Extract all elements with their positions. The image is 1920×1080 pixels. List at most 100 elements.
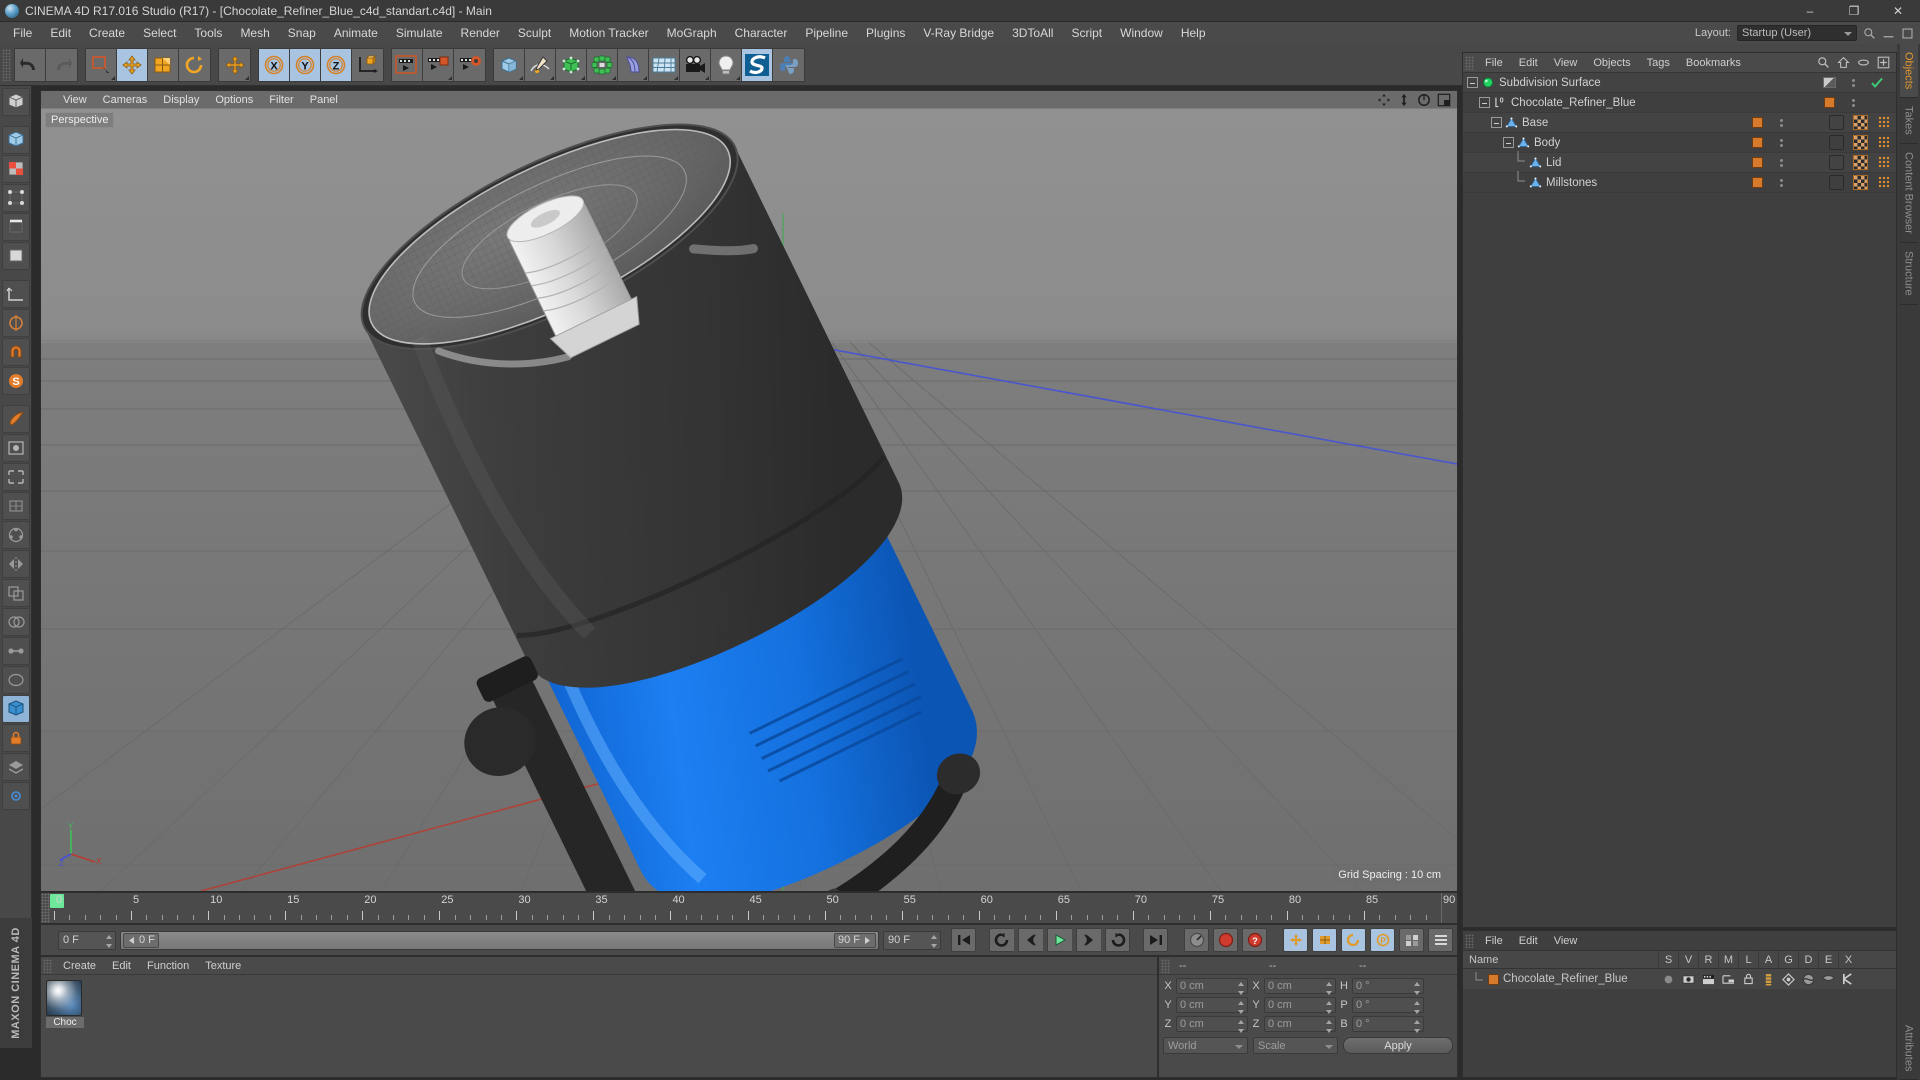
y-axis-lock-button[interactable]: Y [290,48,321,81]
pan-icon[interactable] [1377,93,1391,107]
layer-xref-cell[interactable] [1838,973,1858,985]
visibility-dots-cell[interactable] [1769,178,1793,187]
menu-mesh[interactable]: Mesh [231,23,278,43]
visibility-dots-cell[interactable] [1769,118,1793,127]
texture-mode-button[interactable] [1,155,30,183]
add-array-button[interactable] [587,48,618,81]
timeline-track[interactable]: 0 5 10 15 20 25 30 35 40 45 50 55 60 65 70 75 80 85 90 [50,893,1457,923]
enable-axis-button[interactable] [1,309,30,337]
boole-button[interactable] [1,608,30,636]
viewport-grip[interactable] [43,92,52,107]
lock-button[interactable] [1,724,30,752]
settings-button[interactable] [1,782,30,810]
layer-color-cell[interactable] [1817,77,1841,88]
transform-tool-button[interactable] [219,48,250,81]
object-menu-view[interactable]: View [1546,56,1586,70]
enable-check-cell[interactable] [1865,77,1889,89]
texture-tag-cell[interactable] [1848,135,1872,150]
key-scale-button[interactable] [1312,928,1337,952]
restore-panel-icon[interactable] [1901,27,1914,40]
layer-color-cell[interactable] [1745,157,1769,168]
visibility-dots-cell[interactable] [1769,158,1793,167]
connect-button[interactable] [1,637,30,665]
visibility-dots-cell[interactable] [1769,138,1793,147]
tab-takes[interactable]: Takes [1899,98,1918,145]
tab-objects[interactable]: Objects [1899,44,1918,99]
tab-attributes[interactable]: Attributes [1899,1017,1918,1080]
end-frame-field[interactable]: 90 F [883,930,941,950]
layer-lock-cell[interactable] [1738,973,1758,985]
viewport-menu-options[interactable]: Options [207,93,261,107]
layer-menu-file[interactable]: File [1477,934,1511,948]
viewport-menu-cameras[interactable]: Cameras [95,93,156,107]
viewport-menu-filter[interactable]: Filter [261,93,301,107]
object-menu-objects[interactable]: Objects [1585,56,1638,70]
undo-button[interactable] [15,48,46,81]
phong-tag-cell[interactable] [1872,116,1896,129]
timeline-grip[interactable] [41,893,50,923]
menu-create[interactable]: Create [80,23,134,43]
menu-tools[interactable]: Tools [185,23,231,43]
material-menu-create[interactable]: Create [55,959,104,973]
search-icon[interactable] [1817,56,1830,69]
viewport-menu-display[interactable]: Display [155,93,207,107]
object-menu-file[interactable]: File [1477,56,1511,70]
workplane-button[interactable]: S [1,367,30,395]
size-x-input[interactable]: 0 cm [1264,978,1336,995]
stepper-icon[interactable] [1413,1020,1420,1033]
timeline-settings-button[interactable] [1428,928,1453,952]
stepper-icon[interactable] [1413,1001,1420,1014]
menu-pipeline[interactable]: Pipeline [796,23,857,43]
metaball-button[interactable] [1,666,30,694]
menu-character[interactable]: Character [726,23,797,43]
position-x-input[interactable]: 0 cm [1176,978,1248,995]
menu-mograph[interactable]: MoGraph [658,23,726,43]
snap-settings-button[interactable] [1,338,30,366]
object-manager-grip[interactable] [1465,55,1474,70]
home-icon[interactable] [1837,56,1850,69]
stepper-icon[interactable] [105,934,112,948]
visibility-dots-cell[interactable] [1841,98,1865,107]
plus-box-icon[interactable] [1877,56,1890,69]
maximize-button[interactable]: ❐ [1832,0,1876,22]
stepper-icon[interactable] [1325,982,1332,995]
step-back-button[interactable] [1018,928,1043,952]
add-scene-object-button[interactable] [649,48,680,81]
layer-manager-grip[interactable] [1465,933,1474,948]
menu-snap[interactable]: Snap [279,23,325,43]
layer-expression-cell[interactable] [1818,974,1838,985]
menu-simulate[interactable]: Simulate [387,23,452,43]
menu-vray-bridge[interactable]: V-Ray Bridge [914,23,1003,43]
menu-3dtoall[interactable]: 3DToAll [1003,23,1062,43]
stepper-icon[interactable] [1237,1001,1244,1014]
deformer-ffd-button[interactable] [1,492,30,520]
layer-row[interactable]: Chocolate_Refiner_Blue [1463,969,1896,989]
layer-solo-cell[interactable] [1658,974,1678,985]
object-menu-edit[interactable]: Edit [1511,56,1546,70]
tab-structure[interactable]: Structure [1899,243,1918,305]
layer-animation-cell[interactable] [1758,973,1778,986]
python-button[interactable] [773,48,804,81]
stepper-icon[interactable] [1237,982,1244,995]
key-pla-button[interactable] [1399,928,1424,952]
menu-render[interactable]: Render [452,23,509,43]
layer-color-swatch-icon[interactable] [1488,973,1499,985]
phong-tag-cell[interactable] [1872,156,1896,169]
menu-select[interactable]: Select [134,23,185,43]
layer-menu-view[interactable]: View [1546,934,1586,948]
tab-content-browser[interactable]: Content Browser [1899,144,1918,243]
symmetry-button[interactable] [1,550,30,578]
expand-toggle-icon[interactable] [1479,97,1490,108]
material-menu-texture[interactable]: Texture [197,959,249,973]
expand-toggle-icon[interactable] [1467,77,1478,88]
transform-mode-select[interactable]: Scale [1253,1037,1338,1054]
phong-tag-cell[interactable] [1872,136,1896,149]
x-axis-lock-button[interactable]: X [259,48,290,81]
model-mode-button[interactable] [1,126,30,154]
keyframe-help-button[interactable]: ? [1242,928,1267,952]
add-generator-button[interactable] [556,48,587,81]
add-spline-button[interactable] [525,48,556,81]
close-button[interactable]: ✕ [1876,0,1920,22]
menu-script[interactable]: Script [1062,23,1111,43]
material-item[interactable]: Choc [46,980,84,1028]
